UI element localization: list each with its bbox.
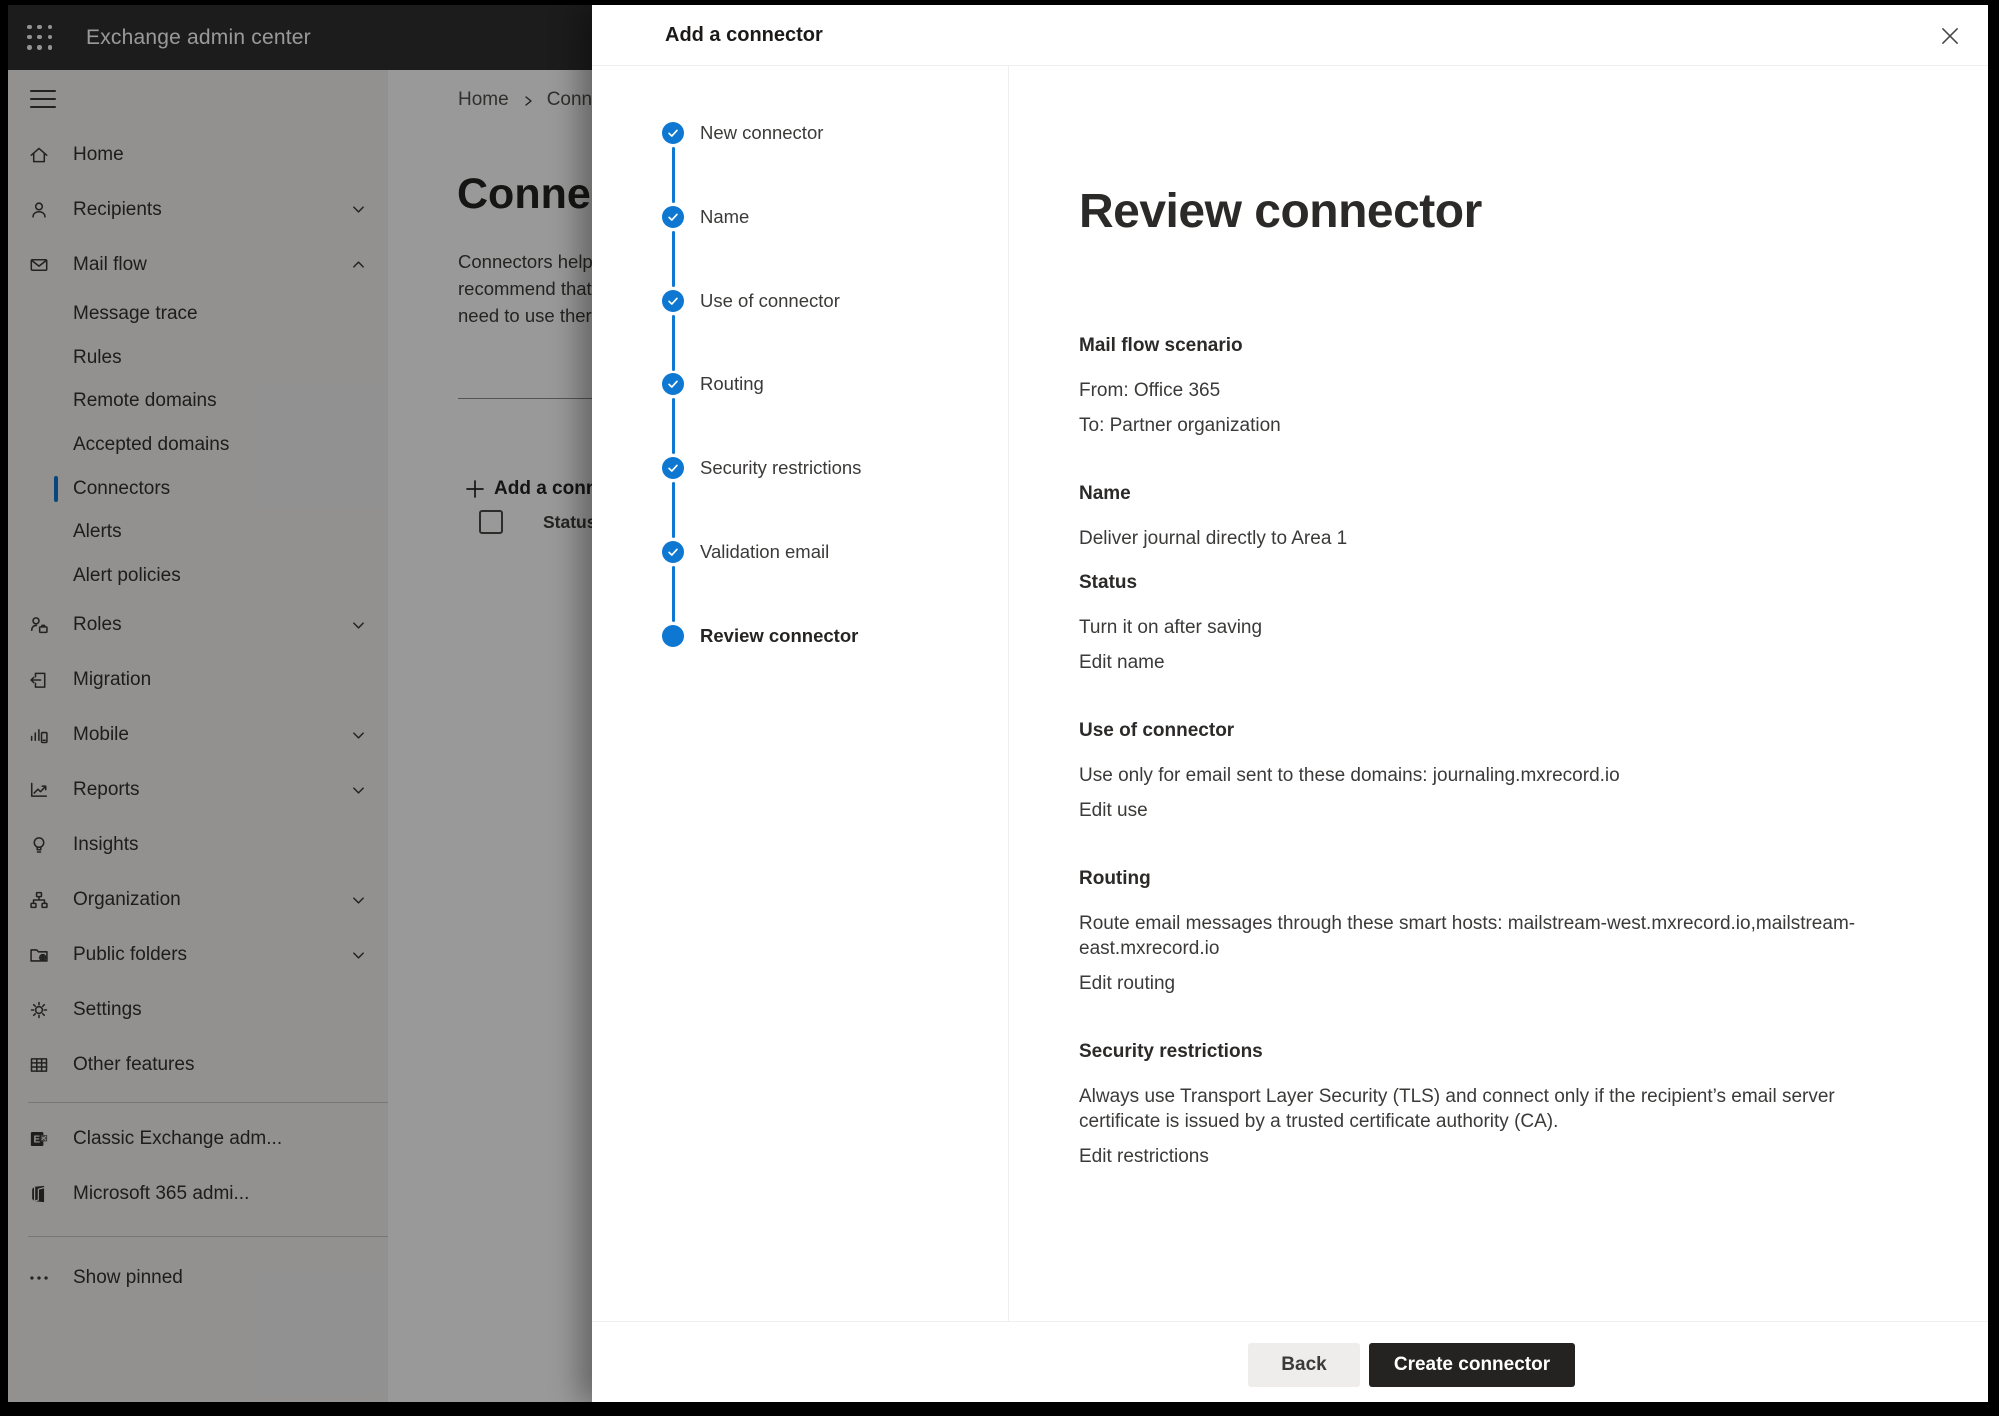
step-label: New connector [700, 122, 823, 144]
completed-check-icon [662, 373, 684, 395]
modal-footer: Back Create connector [592, 1321, 1988, 1402]
section-title: Security restrictions [1079, 1039, 1879, 1064]
wizard-step-use-of-connector[interactable]: Use of connector [662, 290, 861, 374]
section-title: Name [1079, 481, 1879, 506]
completed-check-icon [662, 206, 684, 228]
section-title: Status [1079, 570, 1879, 595]
wizard-steps: New connector Name Use of connector Routing… [662, 122, 861, 709]
footer-buttons: Back Create connector [1248, 1343, 1575, 1387]
edit-use-link[interactable]: Edit use [1079, 798, 1148, 823]
review-section-status: Status Turn it on after saving Edit name [1079, 570, 1879, 675]
create-connector-button[interactable]: Create connector [1369, 1343, 1575, 1387]
step-label: Use of connector [700, 290, 840, 312]
review-sections: Mail flow scenario From: Office 365 To: Pa… [1079, 333, 1879, 1169]
completed-check-icon [662, 122, 684, 144]
back-button[interactable]: Back [1248, 1343, 1360, 1387]
close-button[interactable] [1938, 24, 1962, 48]
section-value: Turn it on after saving [1079, 615, 1879, 640]
step-label: Routing [700, 373, 764, 395]
modal-title: Add a connector [665, 5, 823, 65]
review-section-routing: Routing Route email messages through thes… [1079, 866, 1879, 996]
step-label: Security restrictions [700, 457, 861, 479]
review-section-security-restrictions: Security restrictions Always use Transpor… [1079, 1039, 1879, 1169]
wizard-step-security-restrictions[interactable]: Security restrictions [662, 457, 861, 541]
wizard-step-routing[interactable]: Routing [662, 373, 861, 457]
edit-restrictions-link[interactable]: Edit restrictions [1079, 1144, 1209, 1169]
current-step-icon [662, 625, 684, 647]
review-section-mail-flow-scenario: Mail flow scenario From: Office 365 To: Pa… [1079, 333, 1879, 438]
review-section-use-of-connector: Use of connector Use only for email sent … [1079, 718, 1879, 823]
modal-body: New connector Name Use of connector Routing… [592, 66, 1988, 1322]
add-connector-modal: Add a connector New connector Name Use of … [592, 5, 1988, 1402]
section-value: To: Partner organization [1079, 413, 1879, 438]
section-value: Use only for email sent to these domains… [1079, 763, 1879, 788]
review-section-name: Name Deliver journal directly to Area 1 [1079, 481, 1879, 551]
completed-check-icon [662, 541, 684, 563]
review-heading: Review connector [1079, 185, 1988, 239]
section-value: Route email messages through these smart… [1079, 911, 1879, 961]
section-title: Routing [1079, 866, 1879, 891]
wizard-step-new-connector[interactable]: New connector [662, 122, 861, 206]
wizard-stepper: New connector Name Use of connector Routing… [592, 66, 1009, 1322]
completed-check-icon [662, 290, 684, 312]
step-label: Name [700, 206, 749, 228]
modal-header: Add a connector [592, 5, 1988, 66]
section-value: Deliver journal directly to Area 1 [1079, 526, 1879, 551]
section-value: Always use Transport Layer Security (TLS… [1079, 1084, 1879, 1134]
exchange-admin-center-window: Exchange admin center HomeRecipientsMail… [8, 5, 1988, 1402]
edit-routing-link[interactable]: Edit routing [1079, 971, 1175, 996]
section-value: From: Office 365 [1079, 378, 1879, 403]
step-label: Review connector [700, 625, 858, 647]
wizard-step-review-connector[interactable]: Review connector [662, 625, 861, 709]
section-title: Use of connector [1079, 718, 1879, 743]
review-pane: Review connector Mail flow scenario From:… [1008, 66, 1988, 1322]
edit-name-link[interactable]: Edit name [1079, 650, 1165, 675]
section-title: Mail flow scenario [1079, 333, 1879, 358]
completed-check-icon [662, 457, 684, 479]
step-label: Validation email [700, 541, 829, 563]
wizard-step-validation-email[interactable]: Validation email [662, 541, 861, 625]
wizard-step-name[interactable]: Name [662, 206, 861, 290]
